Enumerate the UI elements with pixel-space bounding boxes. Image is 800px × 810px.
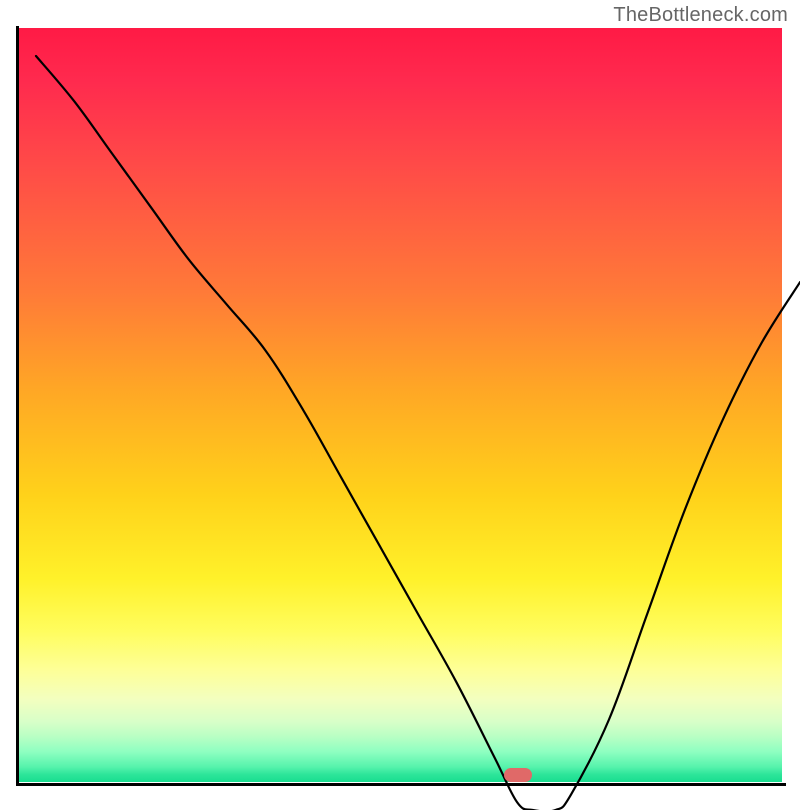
curve-svg	[36, 56, 800, 810]
y-axis	[16, 26, 19, 786]
watermark-text: TheBottleneck.com	[613, 4, 788, 27]
minimum-marker	[504, 768, 532, 782]
plot-area	[18, 28, 782, 782]
x-axis	[16, 783, 786, 786]
chart-container: TheBottleneck.com	[0, 0, 800, 800]
data-curve	[36, 56, 800, 810]
